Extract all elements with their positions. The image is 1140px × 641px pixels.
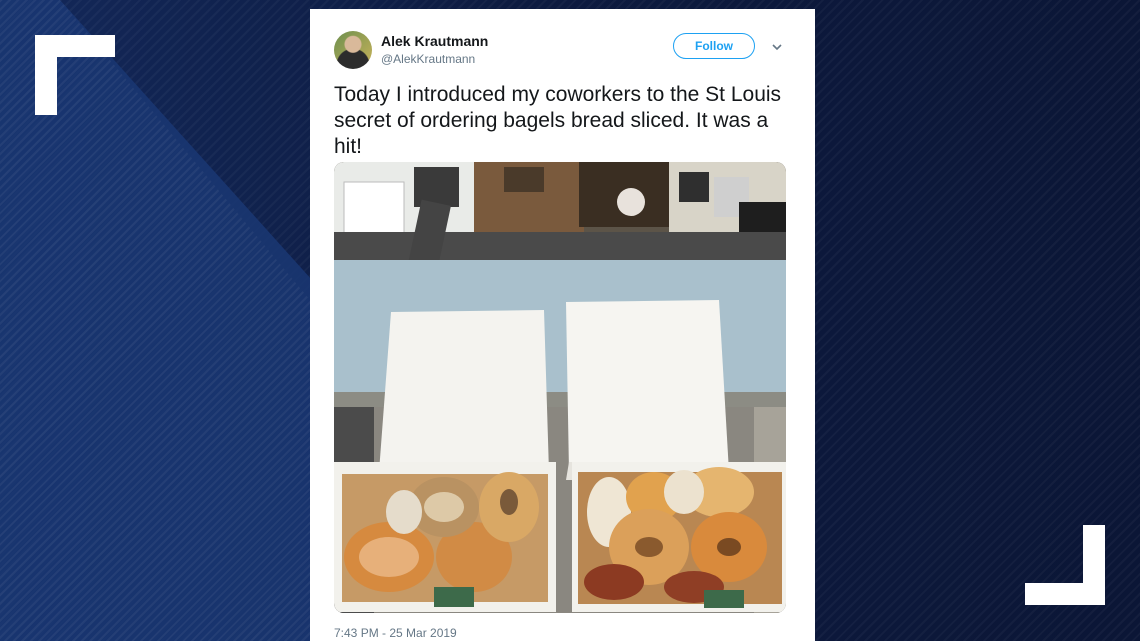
author-name[interactable]: Alek Krautmann xyxy=(381,33,488,49)
corner-bracket-top-left-icon xyxy=(35,35,115,115)
tweet-photo[interactable] xyxy=(334,162,786,613)
tweet-timestamp[interactable]: 7:43 PM - 25 Mar 2019 xyxy=(334,626,457,640)
tweet-card: Alek Krautmann @AlekKrautmann Follow Tod… xyxy=(310,9,815,641)
author-handle[interactable]: @AlekKrautmann xyxy=(381,52,475,66)
follow-button[interactable]: Follow xyxy=(673,33,755,59)
bagel-photo xyxy=(334,162,786,613)
chevron-down-icon[interactable] xyxy=(771,42,783,52)
avatar[interactable] xyxy=(334,31,372,69)
corner-bracket-bottom-right-icon xyxy=(1025,525,1105,605)
tweet-text: Today I introduced my coworkers to the S… xyxy=(334,83,782,158)
